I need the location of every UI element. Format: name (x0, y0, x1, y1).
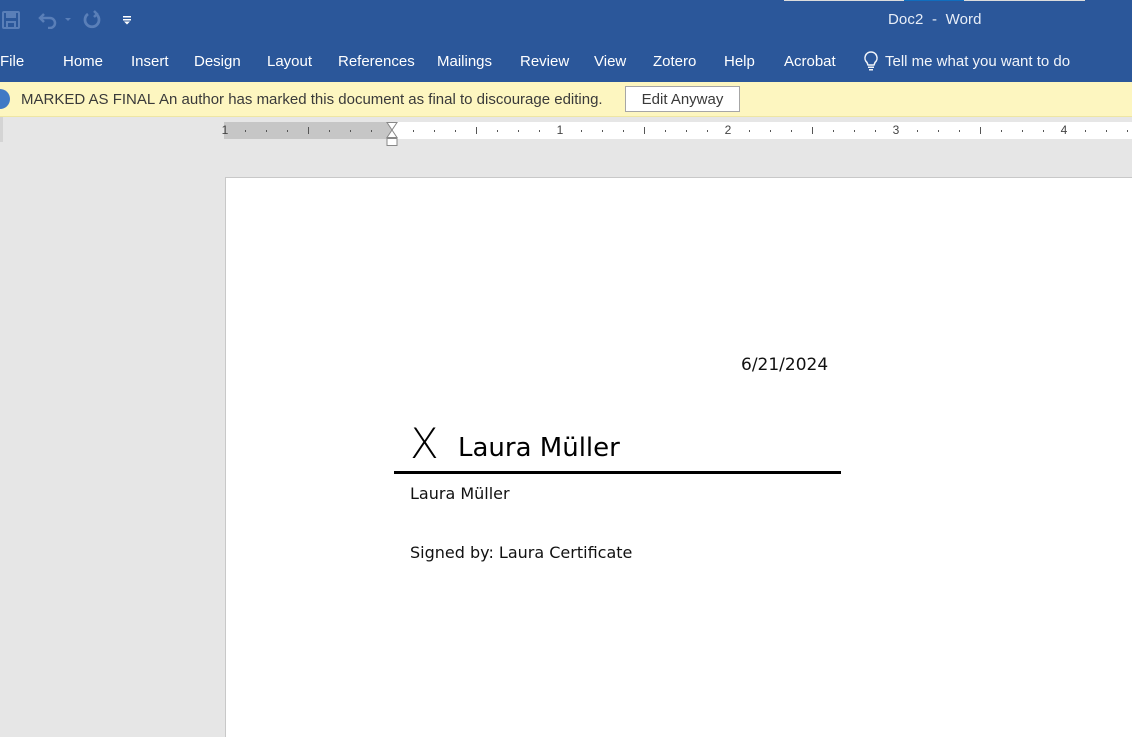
info-icon (0, 89, 10, 109)
ruler-tick (497, 130, 498, 132)
signed-by-text: Signed by: Laura Certificate (410, 543, 633, 562)
ruler-tick (791, 130, 792, 132)
signature-name: Laura Müller (458, 433, 620, 463)
tab-acrobat[interactable]: Acrobat (784, 53, 836, 70)
tab-design[interactable]: Design (194, 53, 241, 70)
ruler-tick (686, 130, 687, 132)
ruler-tick (434, 130, 435, 132)
title-strip-active (904, 0, 964, 1)
ruler-tick (938, 130, 939, 132)
signature-line (394, 471, 841, 474)
signer-printed-name: Laura Müller (410, 484, 510, 503)
ruler-label: 1 (221, 123, 229, 137)
ruler-tick (455, 130, 456, 132)
message-bar: MARKED AS FINAL An author has marked thi… (0, 82, 1132, 117)
window-title: Doc2 - Word (888, 11, 982, 28)
ruler-tick (959, 130, 960, 132)
ruler-tick (812, 127, 813, 134)
ruler-tick (1001, 130, 1002, 132)
indent-marker[interactable] (386, 122, 398, 148)
lightbulb-icon (864, 51, 878, 71)
title-strip (784, 0, 904, 1)
ruler-tick (833, 130, 834, 132)
tell-me-label: Tell me what you want to do (885, 52, 1071, 70)
tab-review[interactable]: Review (520, 53, 569, 70)
ruler-tick (266, 130, 267, 132)
ruler-tick (1085, 130, 1086, 132)
ruler-tick (476, 127, 477, 134)
title-bar: Doc2 - Word (0, 0, 1132, 40)
tab-home[interactable]: Home (63, 53, 103, 70)
ruler-area: 1 1 2 3 4 (0, 117, 1132, 178)
ruler-tick (770, 130, 771, 132)
tab-file[interactable]: File (0, 53, 24, 70)
ruler-tick (980, 127, 981, 134)
ruler-tick (1022, 130, 1023, 132)
ruler-tick (623, 130, 624, 132)
ruler-tick (329, 130, 330, 132)
ruler-tick (917, 130, 918, 132)
ruler-label: 4 (1060, 123, 1068, 137)
tell-me-search[interactable]: Tell me what you want to do (862, 50, 1070, 72)
message-bar-title: MARKED AS FINAL (21, 91, 156, 108)
ruler-label: 2 (724, 123, 732, 137)
ruler-tick (749, 130, 750, 132)
message-bar-text: An author has marked this document as fi… (159, 91, 603, 108)
signature-x-mark: X (410, 419, 439, 468)
ruler-tick (413, 130, 414, 132)
ribbon-tabs: File Home Insert Design Layout Reference… (0, 40, 1132, 82)
ruler-tick (1043, 130, 1044, 132)
ruler-label: 1 (556, 123, 564, 137)
vertical-ruler-edge (0, 117, 3, 142)
tab-insert[interactable]: Insert (131, 53, 169, 70)
ruler-tick (308, 127, 309, 134)
ruler-tick (1106, 130, 1107, 132)
redo-icon[interactable] (82, 10, 102, 30)
ruler-tick (602, 130, 603, 132)
tab-view[interactable]: View (594, 53, 626, 70)
ruler-tick (287, 130, 288, 132)
ruler-tick (665, 130, 666, 132)
ruler-tick (644, 127, 645, 134)
document-page[interactable]: 6/21/2024 X Laura Müller Laura Müller Si… (225, 177, 1132, 737)
ruler-tick (539, 130, 540, 132)
title-strip (964, 0, 1085, 1)
tab-zotero[interactable]: Zotero (653, 53, 696, 70)
ruler-tick (350, 130, 351, 132)
ruler-tick (875, 130, 876, 132)
tab-layout[interactable]: Layout (267, 53, 312, 70)
edit-anyway-button[interactable]: Edit Anyway (625, 86, 740, 112)
tab-help[interactable]: Help (724, 53, 755, 70)
customize-qat-icon[interactable] (122, 10, 132, 30)
ruler-label: 3 (892, 123, 900, 137)
ruler-tick (854, 130, 855, 132)
ruler-tick (518, 130, 519, 132)
ruler-tick (1127, 130, 1128, 132)
horizontal-ruler[interactable]: 1 1 2 3 4 (221, 122, 1132, 146)
document-date: 6/21/2024 (741, 355, 829, 375)
tab-mailings[interactable]: Mailings (437, 53, 492, 70)
ruler-tick (707, 130, 708, 132)
undo-dropdown-icon[interactable] (64, 10, 72, 30)
ruler-tick (245, 130, 246, 132)
ruler-tick (581, 130, 582, 132)
save-icon[interactable] (2, 10, 20, 30)
ruler-tick (371, 130, 372, 132)
tab-references[interactable]: References (338, 53, 415, 70)
undo-icon[interactable] (38, 10, 58, 30)
